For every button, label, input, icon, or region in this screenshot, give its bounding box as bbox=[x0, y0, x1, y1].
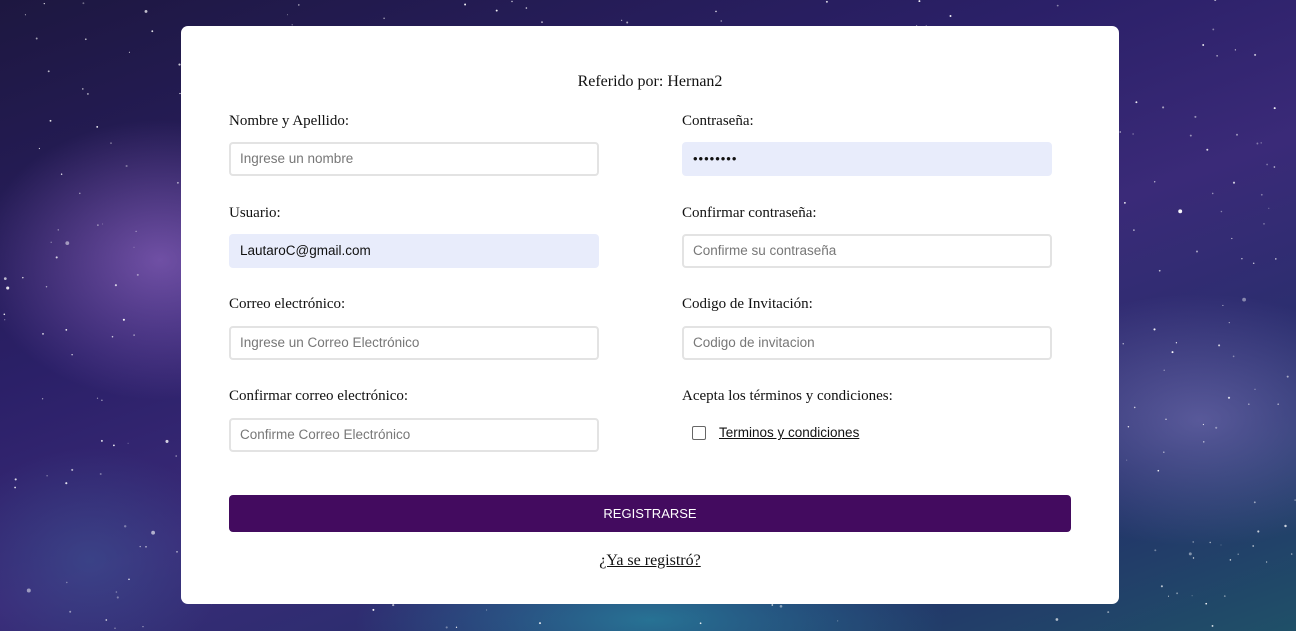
username-input[interactable]: LautaroC@gmail.com bbox=[229, 234, 599, 268]
email-input[interactable]: Ingrese un Correo Electrónico bbox=[229, 326, 599, 360]
terms-link[interactable]: Terminos y condiciones bbox=[719, 425, 859, 440]
password-input[interactable]: •••••••• bbox=[682, 142, 1052, 176]
email-label: Correo electrónico: bbox=[229, 296, 346, 312]
terms-label: Acepta los términos y condiciones: bbox=[682, 388, 893, 404]
terms-checkbox[interactable] bbox=[692, 426, 706, 440]
username-label: Usuario: bbox=[229, 205, 281, 221]
confirm-password-input[interactable]: Confirme su contraseña bbox=[682, 234, 1052, 268]
referral-text: Referido por: Hernan2 bbox=[577, 73, 723, 90]
full-name-label: Nombre y Apellido: bbox=[229, 113, 349, 129]
confirm-email-label: Confirmar correo electrónico: bbox=[229, 388, 409, 404]
full-name-input[interactable]: Ingrese un nombre bbox=[229, 142, 599, 176]
invitation-code-label: Codigo de Invitación: bbox=[682, 296, 813, 312]
registration-card: Referido por: Hernan2 Nombre y Apellido:… bbox=[181, 26, 1119, 604]
invitation-code-input[interactable]: Codigo de invitacion bbox=[682, 326, 1052, 360]
register-button[interactable]: REGISTRARSE bbox=[229, 495, 1071, 532]
already-registered-link[interactable]: ¿Ya se registró? bbox=[599, 552, 700, 569]
confirm-email-input[interactable]: Confirme Correo Electrónico bbox=[229, 418, 599, 452]
password-label: Contraseña: bbox=[682, 113, 754, 129]
already-registered-link-row: ¿Ya se registró? bbox=[181, 552, 1119, 570]
confirm-password-label: Confirmar contraseña: bbox=[682, 205, 817, 221]
